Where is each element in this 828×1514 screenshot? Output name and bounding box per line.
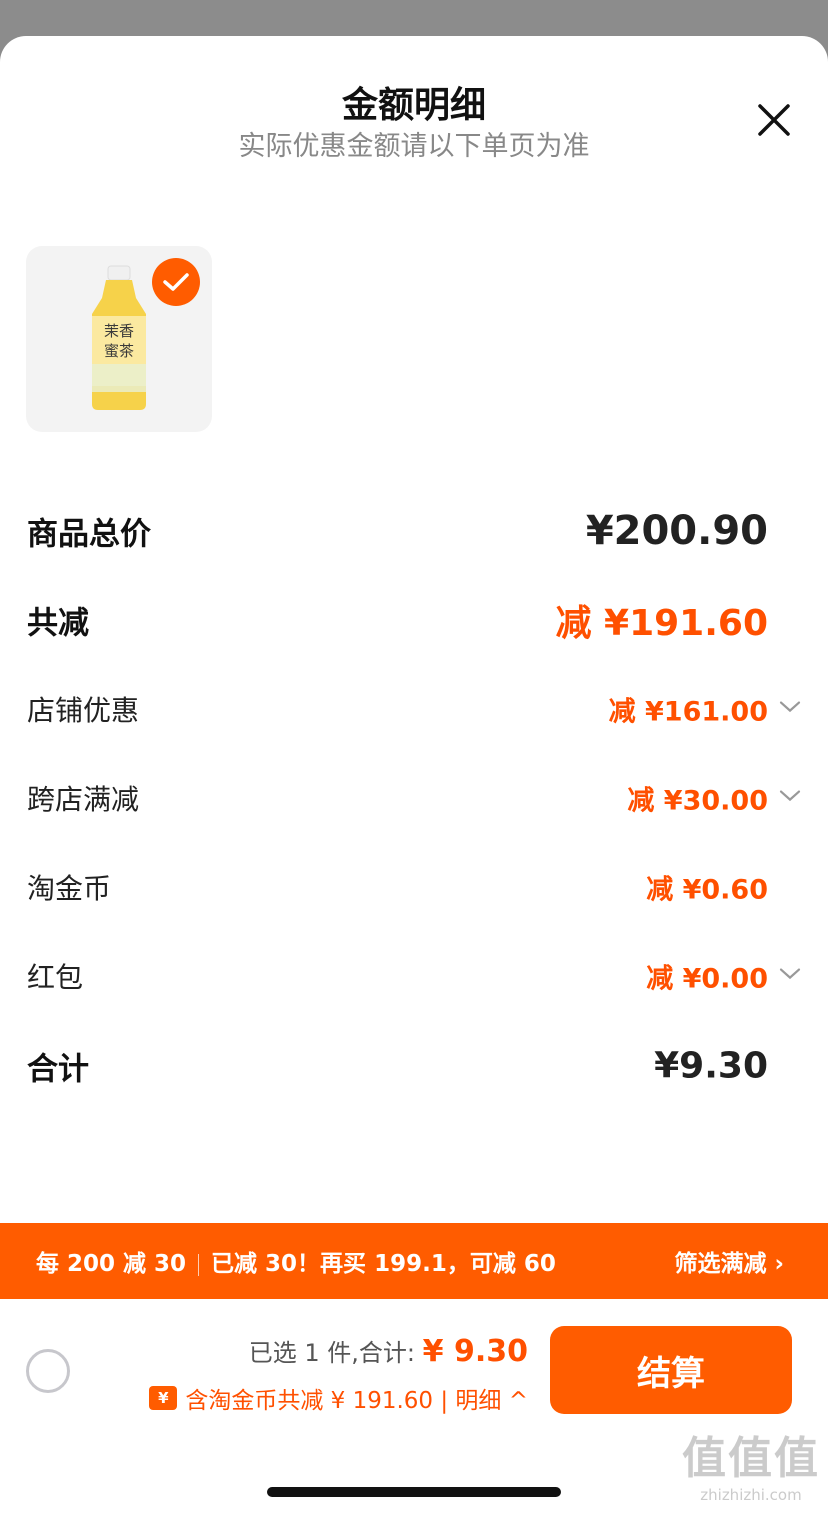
discount-total-value: 减 ¥191.60 [555, 603, 768, 644]
red-packet-label: 红包 [27, 961, 84, 994]
filter-discount-link[interactable]: 筛选满减 › [675, 1244, 785, 1278]
total-price-value: ¥200.90 [585, 508, 768, 554]
tea-bottle-image: 茉香 蜜茶 [92, 265, 146, 410]
red-packet-value: 减 ¥0.00 [646, 963, 768, 995]
coin-icon: ¥ [149, 1386, 178, 1410]
shop-discount-label: 店铺优惠 [27, 694, 140, 727]
product-thumbnail[interactable]: 茉香 蜜茶 [26, 246, 212, 432]
cross-store-label: 跨店满减 [27, 783, 140, 816]
shop-discount-value: 减 ¥161.00 [608, 696, 768, 728]
checkout-button[interactable]: 结算 [550, 1326, 792, 1414]
row-cross-store-discount[interactable]: 跨店满减 减 ¥30.00 [0, 768, 828, 828]
price-detail-sheet: 金额明细 实际优惠金额请以下单页为准 茉香 蜜茶 商品总价 ¥200.90 共减… [0, 36, 828, 1514]
watermark-url: zhizhizhi.com [700, 1486, 802, 1504]
sum-label: 合计 [27, 1051, 89, 1088]
promo-text: 每 200 减 30 已减 30！再买 199.1，可减 60 [36, 1244, 556, 1278]
tao-coin-value: 减 ¥0.60 [646, 874, 768, 906]
selected-count-text: 已选 1 件,合计: [248, 1339, 416, 1367]
home-indicator [267, 1487, 561, 1497]
chevron-down-icon[interactable] [778, 784, 802, 808]
chevron-down-icon[interactable] [778, 962, 802, 986]
sheet-subtitle: 实际优惠金额请以下单页为准 [238, 131, 590, 162]
cross-store-value: 减 ¥30.00 [627, 785, 768, 817]
chevron-down-icon[interactable] [778, 695, 802, 719]
promo-bar[interactable]: 每 200 减 30 已减 30！再买 199.1，可减 60 筛选满减 › [0, 1223, 828, 1299]
watermark: 值值值 zhizhizhi.com [682, 1422, 820, 1504]
bottle-label-2: 蜜茶 [104, 342, 134, 360]
total-price-label: 商品总价 [27, 516, 151, 553]
row-discount-total: 共减 减 ¥191.60 [0, 590, 828, 650]
close-icon[interactable] [754, 100, 794, 140]
row-red-packet[interactable]: 红包 减 ¥0.00 [0, 946, 828, 1006]
footer-total-price: ¥ 9.30 [422, 1334, 528, 1369]
row-shop-discount[interactable]: 店铺优惠 减 ¥161.00 [0, 679, 828, 739]
discount-detail-text: 含淘金币共减 ¥ 191.60 | 明细 ^ [185, 1388, 528, 1414]
discount-detail-toggle[interactable]: ¥ 含淘金币共减 ¥ 191.60 | 明细 ^ [149, 1381, 528, 1415]
bottle-label-1: 茉香 [104, 322, 134, 340]
row-sum: 合计 ¥9.30 [0, 1036, 828, 1096]
promo-divider [198, 1253, 200, 1276]
tao-coin-label: 淘金币 [27, 872, 112, 905]
row-total-price: 商品总价 ¥200.90 [0, 501, 828, 561]
discount-total-label: 共减 [27, 605, 89, 642]
row-tao-coin: 淘金币 减 ¥0.60 [0, 857, 828, 917]
watermark-logo: 值值值 [682, 1433, 820, 1484]
promo-rule: 每 200 减 30 [36, 1251, 187, 1277]
selected-summary: 已选 1 件,合计: ¥ 9.30 [249, 1333, 528, 1369]
select-all-radio[interactable] [26, 1349, 70, 1393]
promo-status: 已减 30！再买 199.1，可减 60 [211, 1251, 556, 1277]
sheet-title: 金额明细 [341, 85, 486, 126]
selected-check-icon[interactable] [152, 258, 200, 306]
sum-value: ¥9.30 [654, 1045, 768, 1087]
